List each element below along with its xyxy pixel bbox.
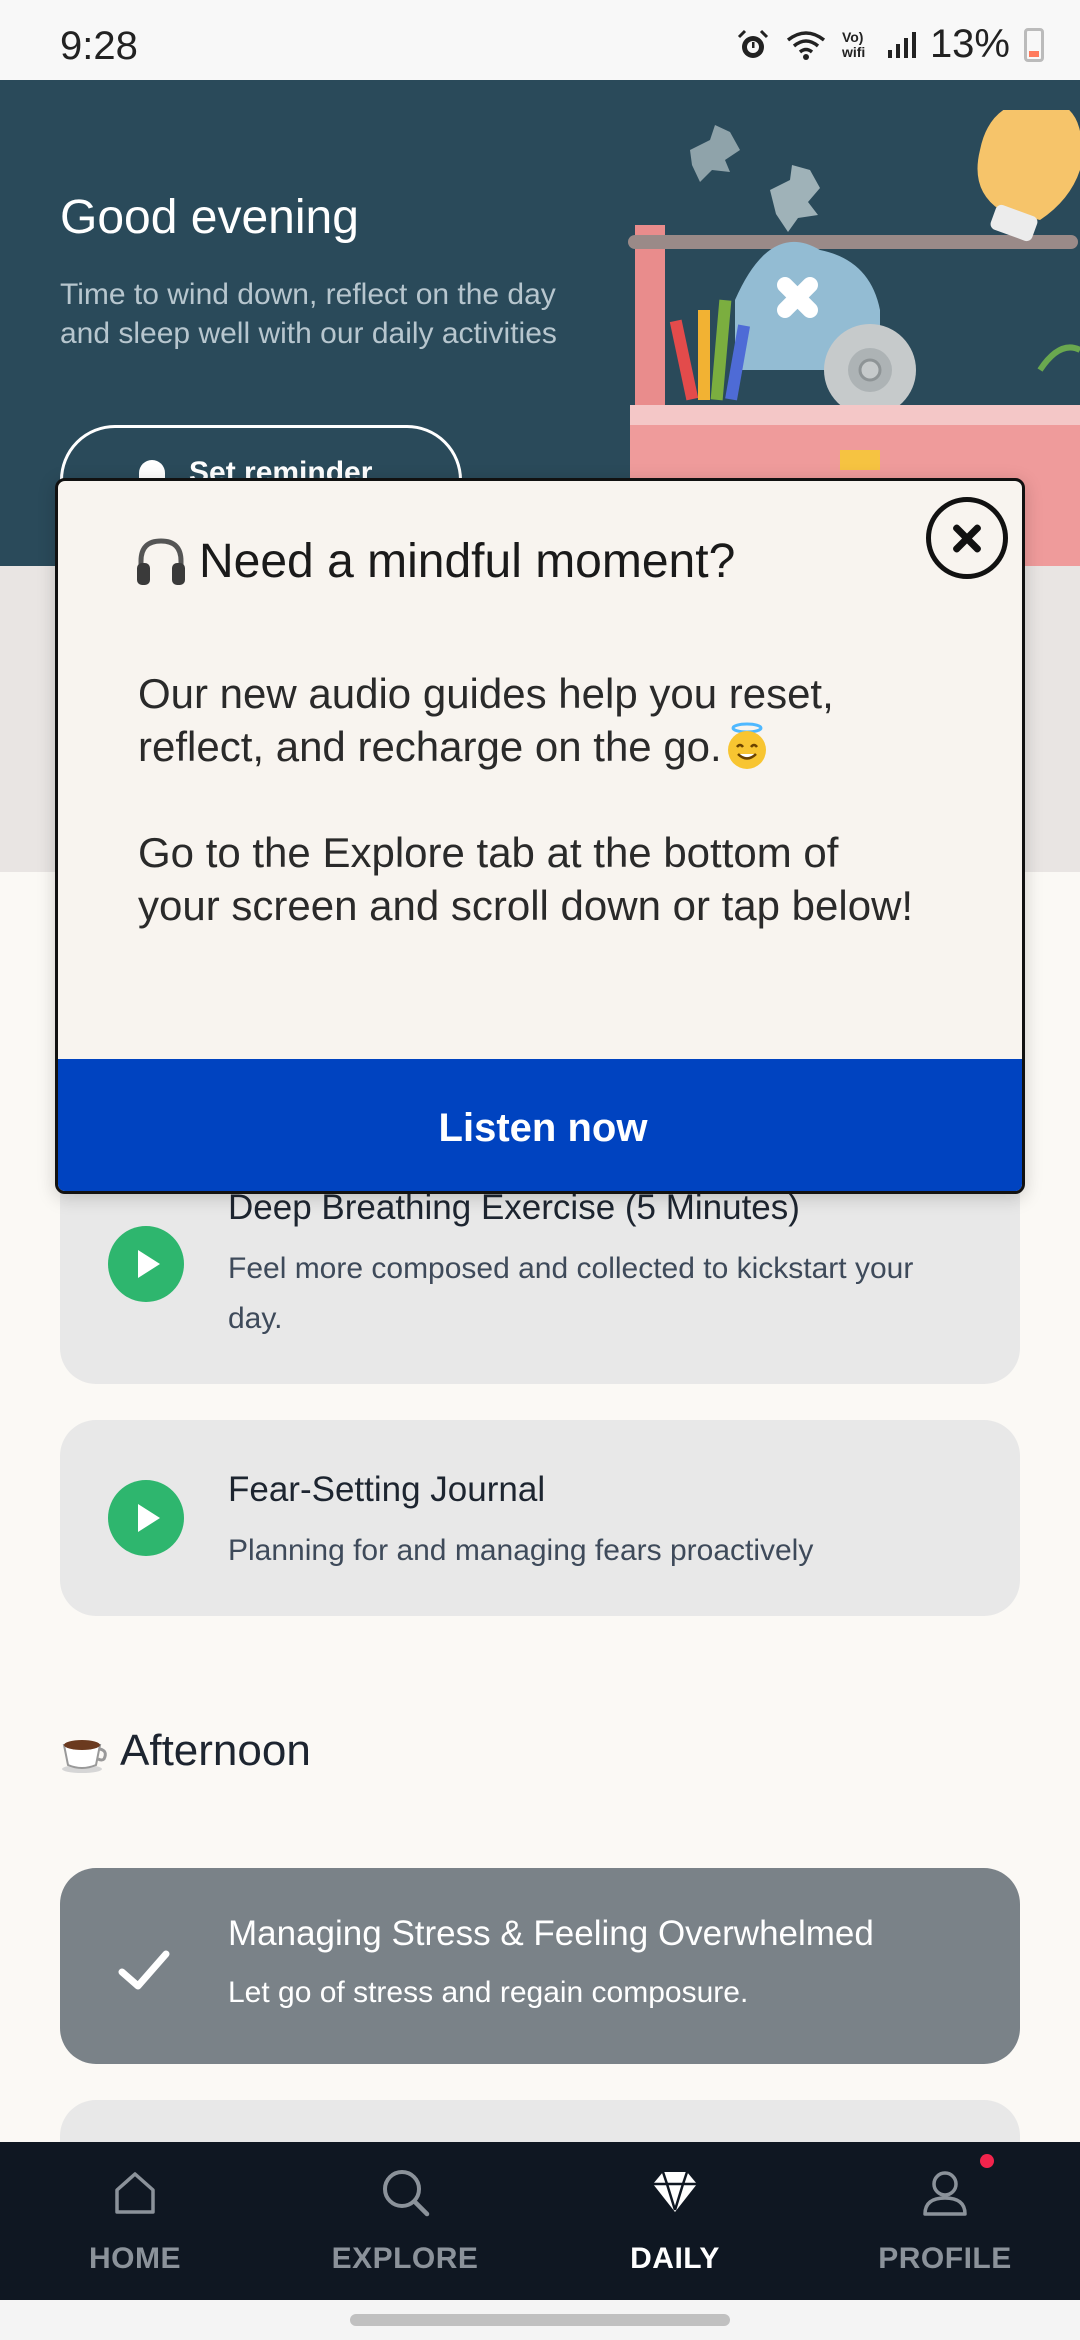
battery-icon	[1024, 27, 1044, 62]
profile-icon	[923, 2171, 967, 2216]
nav-home-label: HOME	[89, 2242, 181, 2275]
search-icon	[383, 2170, 430, 2217]
diamond-icon	[653, 2171, 697, 2212]
status-time: 9:28	[60, 24, 138, 68]
section-afternoon: Afternoon	[60, 1726, 311, 1776]
status-bar: 9:28 Vo) wifi 13%	[0, 0, 1080, 80]
bottom-navigation: HOME EXPLORE DAILY PROFILE	[0, 2142, 1080, 2300]
activity-title: Fear-Setting Journal	[228, 1470, 546, 1509]
headphones-icon	[137, 538, 185, 585]
modal-title-text: Need a mindful moment?	[199, 534, 736, 588]
listen-now-button[interactable]: Listen now	[58, 1059, 1022, 1191]
home-icon	[115, 2172, 155, 2214]
checkmark-icon	[118, 1950, 170, 1990]
modal-body: Our new audio guides help you reset, ref…	[138, 667, 928, 932]
play-icon[interactable]	[108, 1226, 184, 1302]
smiling-halo-icon	[727, 722, 766, 769]
volte-wifi-label: Vo) wifi	[841, 28, 866, 60]
activity-description: Planning for and managing fears proactiv…	[228, 1534, 814, 1567]
activity-card-managing-stress[interactable]: Managing Stress & Feeling Overwhelmed Le…	[60, 1868, 1020, 2064]
activity-description: Let go of stress and regain composure.	[228, 1976, 749, 2009]
activity-card-fear-setting[interactable]: Fear-Setting Journal Planning for and ma…	[60, 1420, 1020, 1616]
home-gesture-handle[interactable]	[350, 2314, 730, 2326]
activity-description: Feel more composed and collected to kick…	[228, 1252, 914, 1335]
modal-title: Need a mindful moment?	[133, 533, 735, 589]
wifi-icon	[786, 30, 826, 60]
section-afternoon-title: Afternoon	[120, 1726, 311, 1775]
modal-body-text-2: Go to the Explore tab at the bottom of y…	[138, 829, 914, 929]
nav-profile-label: PROFILE	[878, 2242, 1012, 2275]
signal-icon	[887, 31, 916, 58]
nav-explore[interactable]: EXPLORE	[270, 2142, 540, 2300]
nav-explore-label: EXPLORE	[331, 2242, 479, 2275]
activity-title: Deep Breathing Exercise (5 Minutes)	[228, 1188, 800, 1227]
mindful-moment-modal: Need a mindful moment? Our new audio gui…	[55, 478, 1025, 1194]
close-icon[interactable]	[926, 497, 1008, 579]
greeting-title: Good evening	[60, 191, 359, 244]
status-icons: Vo) wifi 13%	[736, 22, 1044, 67]
coffee-cup-icon	[62, 1740, 107, 1773]
battery-percent: 13%	[929, 22, 1010, 66]
nav-profile[interactable]: PROFILE	[810, 2142, 1080, 2300]
nav-daily[interactable]: DAILY	[540, 2142, 810, 2300]
activity-title: Managing Stress & Feeling Overwhelmed	[228, 1914, 874, 1953]
greeting-subtitle: Time to wind down, reflect on the day an…	[60, 278, 557, 350]
play-icon[interactable]	[108, 1480, 184, 1556]
nav-home[interactable]: HOME	[0, 2142, 270, 2300]
nav-daily-label: DAILY	[630, 2242, 720, 2275]
notification-dot	[980, 2154, 994, 2168]
alarm-icon	[737, 29, 768, 58]
gesture-bar	[0, 2300, 1080, 2340]
